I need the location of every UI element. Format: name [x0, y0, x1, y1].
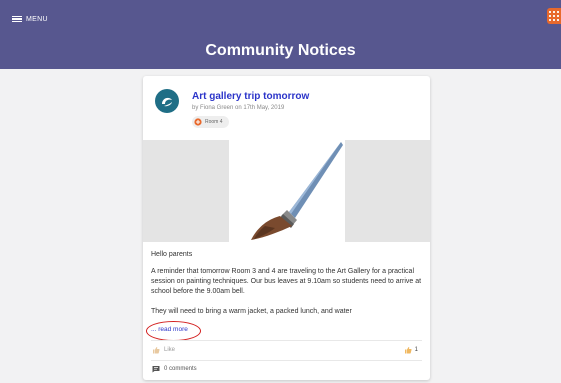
post-greeting: Hello parents: [151, 251, 193, 258]
divider: [151, 360, 422, 361]
like-count: 1: [404, 344, 418, 356]
notice-card: Art gallery trip tomorrow by Fiona Green…: [143, 76, 430, 380]
post-paragraph-2: They will need to bring a warm jacket, a…: [151, 308, 352, 315]
comment-icon: [152, 366, 160, 373]
room-tag[interactable]: Room 4: [192, 116, 229, 128]
divider: [151, 340, 422, 341]
hamburger-icon: [12, 15, 22, 23]
school-logo-avatar: [155, 89, 179, 113]
post-image[interactable]: [143, 140, 430, 242]
post-meta: by Fiona Green on 17th May, 2019: [192, 105, 285, 111]
red-annotation-circle: [146, 321, 201, 341]
room-tag-label: Room 4: [205, 119, 223, 125]
thumbs-up-icon: [153, 347, 160, 354]
app-icon[interactable]: [547, 8, 561, 24]
like-count-value: 1: [414, 347, 418, 353]
like-button[interactable]: Like: [152, 344, 175, 356]
comments-button[interactable]: 0 comments: [152, 363, 197, 375]
thumbs-up-icon: [404, 347, 412, 354]
like-label: Like: [164, 347, 176, 353]
top-bar: MENU Community Notices: [0, 0, 561, 69]
menu-button[interactable]: MENU: [12, 12, 48, 26]
comments-label: 0 comments: [164, 366, 197, 372]
page-title: Community Notices: [205, 42, 356, 59]
room-tag-icon: [194, 118, 202, 126]
menu-label: MENU: [26, 15, 48, 23]
post-title[interactable]: Art gallery trip tomorrow: [192, 91, 309, 102]
post-paragraph-1: A reminder that tomorrow Room 3 and 4 ar…: [151, 268, 422, 295]
paintbrush-image: [229, 140, 345, 242]
